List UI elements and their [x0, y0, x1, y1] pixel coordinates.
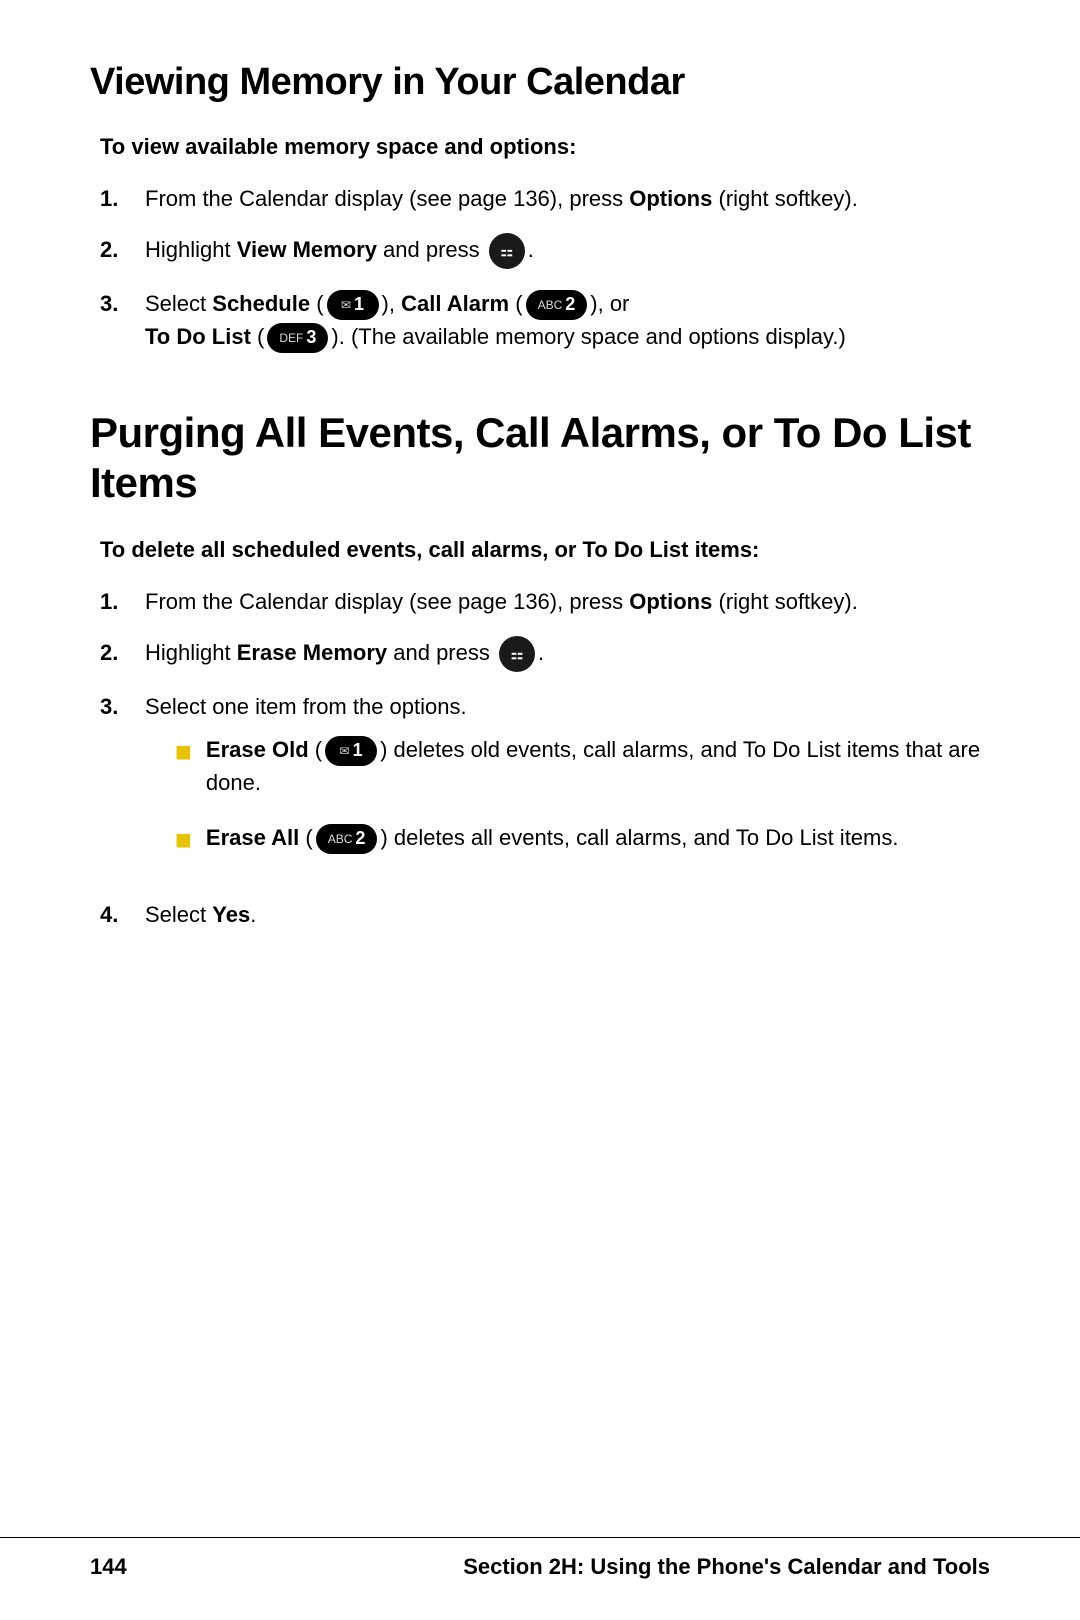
step-number: 3. — [100, 287, 145, 320]
page-footer: 144 Section 2H: Using the Phone's Calend… — [0, 1537, 1080, 1580]
menu-ok-icon: ⚏ — [499, 636, 535, 672]
bullet-text: Erase Old (✉1) deletes old events, call … — [206, 733, 990, 799]
page-content: Viewing Memory in Your Calendar To view … — [0, 0, 1080, 1029]
bullet-item-erase-old: ■ Erase Old (✉1) deletes old events, cal… — [175, 733, 990, 799]
call-alarm-badge: ABC2 — [526, 290, 588, 319]
step-2-2: 2. Highlight Erase Memory and press ⚏. — [100, 636, 990, 672]
bullet-text: Erase All (ABC2) deletes all events, cal… — [206, 821, 899, 854]
todo-badge: DEF3 — [267, 323, 328, 352]
step-number: 2. — [100, 636, 145, 669]
step-number: 1. — [100, 182, 145, 215]
bullet-list: ■ Erase Old (✉1) deletes old events, cal… — [175, 733, 990, 858]
step-number: 3. — [100, 690, 145, 723]
step-1-3: 3. Select Schedule (✉1), Call Alarm (ABC… — [100, 287, 990, 353]
step-number: 2. — [100, 233, 145, 266]
section1-steps: 1. From the Calendar display (see page 1… — [100, 182, 990, 353]
section2-steps: 1. From the Calendar display (see page 1… — [100, 585, 990, 932]
step-text: Select one item from the options. ■ Eras… — [145, 690, 990, 880]
menu-ok-icon: ⚏ — [489, 233, 525, 269]
step-text: From the Calendar display (see page 136)… — [145, 585, 990, 618]
bullet-icon: ■ — [175, 822, 192, 858]
step-2-3: 3. Select one item from the options. ■ E… — [100, 690, 990, 880]
step-1-1: 1. From the Calendar display (see page 1… — [100, 182, 990, 215]
schedule-badge: ✉1 — [327, 290, 379, 319]
section1-subtitle: To view available memory space and optio… — [100, 134, 990, 160]
step-text: Select Schedule (✉1), Call Alarm (ABC2),… — [145, 287, 990, 353]
step-number: 4. — [100, 898, 145, 931]
bullet-item-erase-all: ■ Erase All (ABC2) deletes all events, c… — [175, 821, 990, 858]
step-1-2: 2. Highlight View Memory and press ⚏. — [100, 233, 990, 269]
step-text: Select Yes. — [145, 898, 990, 931]
step-number: 1. — [100, 585, 145, 618]
section1-title: Viewing Memory in Your Calendar — [90, 60, 990, 106]
step-text: From the Calendar display (see page 136)… — [145, 182, 990, 215]
section2-subtitle: To delete all scheduled events, call ala… — [100, 537, 990, 563]
step-2-1: 1. From the Calendar display (see page 1… — [100, 585, 990, 618]
step-text: Highlight Erase Memory and press ⚏. — [145, 636, 990, 672]
step-text: Highlight View Memory and press ⚏. — [145, 233, 990, 269]
erase-old-badge: ✉1 — [325, 736, 377, 765]
step-2-4: 4. Select Yes. — [100, 898, 990, 931]
section2-title: Purging All Events, Call Alarms, or To D… — [90, 408, 990, 509]
bullet-icon: ■ — [175, 734, 192, 770]
footer-page-number: 144 — [90, 1554, 127, 1580]
footer-section-label: Section 2H: Using the Phone's Calendar a… — [463, 1554, 990, 1580]
erase-all-badge: ABC2 — [316, 824, 378, 853]
